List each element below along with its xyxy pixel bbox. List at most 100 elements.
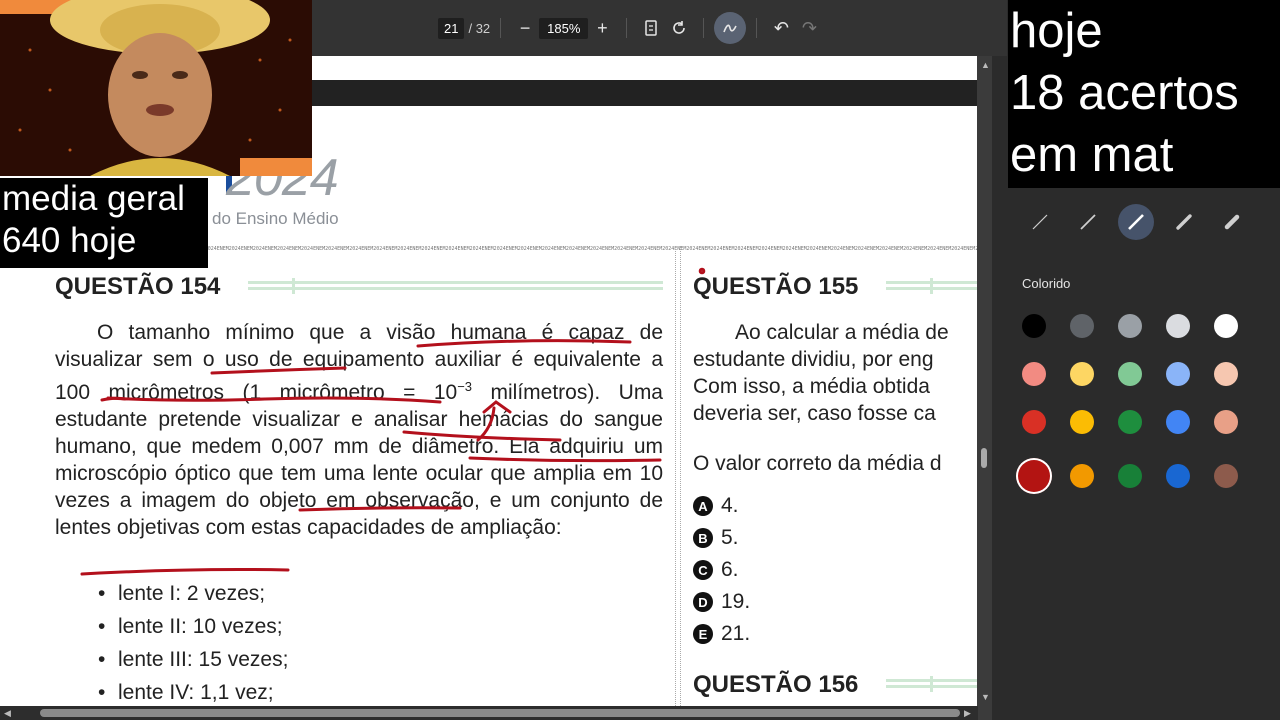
score-overlay-left: media geral 640 hoje <box>0 178 208 268</box>
scroll-down-arrow[interactable]: ▼ <box>981 692 990 702</box>
undo-button[interactable]: ↶ <box>767 14 795 42</box>
color-swatch[interactable] <box>1166 314 1190 338</box>
question-154-superscript: −3 <box>457 379 473 394</box>
pen-thin[interactable] <box>1022 204 1058 240</box>
logo-subtitle: do Ensino Médio <box>212 209 339 228</box>
color-swatch[interactable] <box>1070 410 1094 434</box>
pen-fine-icon <box>1080 214 1096 230</box>
lens-3: lente III: 15 vezes; <box>118 648 289 671</box>
horizontal-scroll-thumb[interactable] <box>40 709 960 717</box>
color-swatch[interactable] <box>1118 314 1142 338</box>
zoom-in-button[interactable]: + <box>588 14 616 42</box>
color-swatch[interactable] <box>1214 362 1238 386</box>
swatch-row <box>1016 458 1262 494</box>
option-letter: E <box>693 624 713 644</box>
question-154-text-part2: milímetros). Uma estudante pretende visu… <box>55 381 663 539</box>
draw-button[interactable] <box>714 12 747 44</box>
ink-underline <box>80 568 290 576</box>
swatch-row <box>1022 314 1262 338</box>
color-swatch[interactable] <box>1166 362 1190 386</box>
draw-icon <box>723 24 738 33</box>
column-divider <box>675 246 681 712</box>
fit-page-button[interactable] <box>637 14 665 42</box>
lens-4: lente IV: 1,1 vez; <box>118 681 274 704</box>
option-letter: D <box>693 592 713 612</box>
question-154-text: O tamanho mínimo que a visão humana é ca… <box>55 319 663 541</box>
color-swatch[interactable] <box>1118 464 1142 488</box>
page-number-input[interactable]: 21 <box>438 17 465 39</box>
pen-fine[interactable] <box>1070 204 1106 240</box>
option-letter: A <box>693 496 713 516</box>
color-swatches <box>1016 314 1262 518</box>
color-swatch[interactable] <box>1166 410 1190 434</box>
scroll-up-arrow[interactable]: ▲ <box>981 60 990 70</box>
scroll-left-arrow[interactable]: ◀ <box>4 708 11 719</box>
option-value: 4. <box>721 494 739 517</box>
color-swatch[interactable] <box>1016 458 1052 494</box>
color-swatch[interactable] <box>1214 464 1238 488</box>
zoom-level-input[interactable]: 185% <box>539 17 589 39</box>
question-155-line: Ao calcular a média de <box>735 321 949 344</box>
webcam-feed <box>0 0 312 176</box>
question-title-rule <box>248 278 663 294</box>
color-swatch[interactable] <box>1022 362 1046 386</box>
question-155-line: estudante dividiu, por eng <box>693 348 934 371</box>
list-item: • lente I: 2 vezes; <box>98 582 266 605</box>
color-swatch[interactable] <box>1118 410 1142 434</box>
option-letter: B <box>693 528 713 548</box>
option-c[interactable]: C 6. <box>693 554 750 586</box>
option-value: 19. <box>721 590 751 613</box>
pen-thick-icon <box>1176 214 1192 230</box>
color-swatch[interactable] <box>1070 464 1094 488</box>
list-item: • lente III: 15 vezes; <box>98 648 289 671</box>
answer-options: A 4. B 5. C 6. D 19. E 21. <box>693 490 750 650</box>
pen-marker[interactable] <box>1214 204 1250 240</box>
color-swatch[interactable] <box>1022 410 1046 434</box>
option-b[interactable]: B 5. <box>693 522 750 554</box>
rotate-icon <box>673 21 686 34</box>
overlay-right-line-1: hoje <box>1010 4 1103 58</box>
score-overlay-right: hoje 18 acertos em mat <box>1008 0 1280 188</box>
list-item: • lente II: 10 vezes; <box>98 615 283 638</box>
horizontal-scrollbar[interactable]: ◀ ▶ <box>0 706 978 720</box>
overlay-right-line-2: 18 acertos <box>1010 66 1239 120</box>
pen-marker-icon <box>1224 214 1240 230</box>
option-value: 5. <box>721 526 739 549</box>
overlay-left-line-2: 640 hoje <box>2 221 137 260</box>
color-swatch[interactable] <box>1070 362 1094 386</box>
color-swatch[interactable] <box>1214 314 1238 338</box>
redo-button[interactable]: ↷ <box>795 14 823 42</box>
vertical-scrollbar[interactable]: ▲ ▼ <box>978 56 992 720</box>
overlay-left-line-1: media geral <box>2 179 185 218</box>
zoom-out-button[interactable]: − <box>511 14 539 42</box>
lens-list: • lente I: 2 vezes; • lente II: 10 vezes; … <box>98 582 288 712</box>
question-155-title: QUESTÃO 155 <box>693 273 859 300</box>
option-letter: C <box>693 560 713 580</box>
color-swatch[interactable] <box>1166 464 1190 488</box>
pen-type-row <box>1022 204 1250 240</box>
color-swatch[interactable] <box>1214 410 1238 434</box>
option-d[interactable]: D 19. <box>693 586 750 618</box>
question-156-title: QUESTÃO 156 <box>693 671 859 698</box>
option-value: 21. <box>721 622 751 645</box>
question-title-rule <box>886 676 977 692</box>
pen-thick[interactable] <box>1166 204 1202 240</box>
fit-page-icon <box>645 20 658 36</box>
page-total: / 32 <box>468 20 491 36</box>
question-155-line: Com isso, a média obtida <box>693 375 930 398</box>
color-swatch[interactable] <box>1118 362 1142 386</box>
webcam-image <box>0 0 312 176</box>
question-title-rule <box>886 278 977 294</box>
question-154-title: QUESTÃO 154 <box>55 273 221 300</box>
vertical-scroll-thumb[interactable] <box>981 448 987 468</box>
option-e[interactable]: E 21. <box>693 618 750 650</box>
pen-medium-icon <box>1128 214 1144 230</box>
pen-medium[interactable] <box>1118 204 1154 240</box>
option-a[interactable]: A 4. <box>693 490 750 522</box>
swatch-row <box>1022 410 1262 434</box>
rotate-button[interactable] <box>665 14 693 42</box>
color-swatch[interactable] <box>1022 314 1046 338</box>
scroll-right-arrow[interactable]: ▶ <box>964 708 971 719</box>
color-swatch[interactable] <box>1070 314 1094 338</box>
lens-1: lente I: 2 vezes; <box>118 582 266 605</box>
